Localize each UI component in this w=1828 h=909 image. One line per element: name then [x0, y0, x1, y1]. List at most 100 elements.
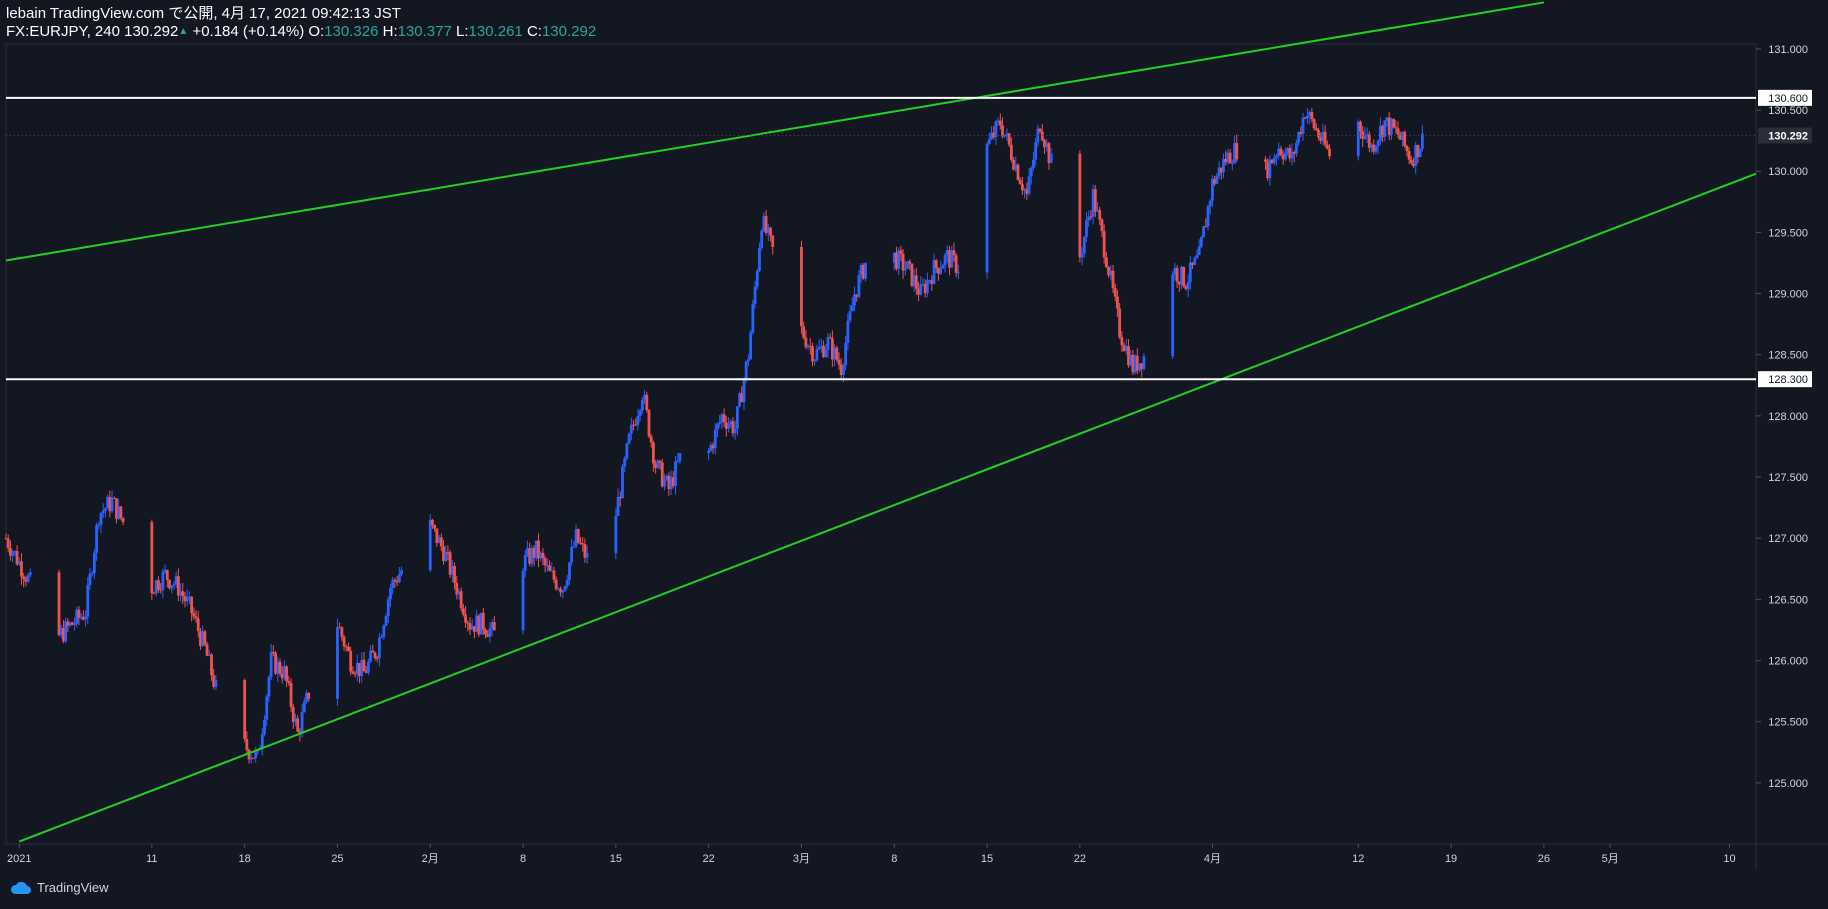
- candle-up: [568, 562, 571, 580]
- candle-down: [548, 565, 551, 571]
- candle-down: [771, 235, 775, 247]
- candle-up: [585, 553, 589, 558]
- candle-up: [1049, 153, 1053, 164]
- candle-down: [484, 629, 487, 635]
- y-tick-label: 128.000: [1768, 411, 1808, 423]
- x-tick-label: 8: [891, 853, 897, 865]
- y-tick-label: 130.500: [1768, 105, 1808, 117]
- candle-down: [1175, 268, 1179, 282]
- candle-down: [1323, 131, 1327, 145]
- last-price-tag-label: 130.292: [1768, 131, 1808, 143]
- candle-up: [1027, 176, 1031, 194]
- candle-down: [194, 616, 198, 619]
- candle-up: [621, 466, 624, 499]
- candle-up: [985, 143, 989, 273]
- candle-down: [769, 227, 772, 236]
- candle-down: [351, 671, 355, 674]
- candle-down: [1328, 148, 1331, 157]
- candle-down: [121, 517, 125, 523]
- candle-up: [813, 360, 817, 362]
- candle-down: [1089, 216, 1093, 218]
- candle-up: [563, 586, 567, 591]
- candle-down: [431, 519, 434, 526]
- plot-frame: [5, 43, 1757, 845]
- price-axis[interactable]: 125.000 125.500 126.000 126.500 127.000 127.5…: [1756, 44, 1812, 790]
- y-tick-label: 128.500: [1768, 350, 1808, 362]
- candle-up: [521, 570, 525, 631]
- candle-down: [649, 436, 653, 443]
- candle-up: [214, 680, 218, 687]
- candle-up: [758, 247, 761, 271]
- candle-down: [835, 347, 839, 360]
- candle-up: [1376, 140, 1380, 147]
- candle-down: [1325, 144, 1329, 149]
- tradingview-logo[interactable]: TradingView: [10, 880, 109, 895]
- candle-down: [1312, 119, 1316, 129]
- candle-up: [623, 458, 627, 467]
- x-tick-label: 15: [981, 853, 993, 865]
- candle-up: [663, 479, 666, 487]
- candle-down: [461, 608, 465, 615]
- candle-up: [386, 599, 390, 617]
- candle-down: [1314, 128, 1318, 130]
- candle-down: [349, 650, 353, 672]
- candle-up: [1034, 142, 1038, 160]
- candle-down: [1093, 189, 1097, 212]
- y-tick-label: 130.000: [1768, 166, 1808, 178]
- candle-down: [1405, 146, 1409, 152]
- candle-up: [380, 636, 384, 638]
- candle-up: [444, 552, 448, 562]
- candle-down: [800, 246, 803, 327]
- x-tick-label: 18: [239, 853, 251, 865]
- candle-up: [640, 399, 644, 411]
- candle-down: [1182, 266, 1186, 287]
- x-tick-label: 26: [1538, 853, 1550, 865]
- candle-down: [393, 579, 397, 582]
- candle-down: [1116, 296, 1119, 309]
- candle-down: [1111, 270, 1115, 289]
- candle-down: [1228, 152, 1232, 164]
- candle-up: [1142, 356, 1146, 369]
- candle-down: [464, 614, 467, 623]
- trendline[interactable]: [18, 172, 1757, 843]
- candle-down: [1078, 153, 1082, 258]
- candle-down: [119, 506, 123, 518]
- candle-up: [1197, 246, 1201, 256]
- candle-up: [572, 546, 576, 548]
- candle-up: [1275, 155, 1278, 158]
- candle-up: [28, 572, 32, 576]
- candle-down: [658, 460, 662, 463]
- candle-up: [1188, 262, 1192, 283]
- candle-down: [1018, 179, 1022, 185]
- candle-down: [203, 631, 207, 645]
- candle-up: [846, 320, 850, 343]
- x-tick-label: 2021: [7, 853, 31, 865]
- candle-up: [1272, 157, 1276, 164]
- candle-down: [342, 636, 346, 647]
- candle-up: [265, 696, 269, 720]
- candle-up: [99, 512, 103, 525]
- candle-down: [1001, 125, 1004, 137]
- candle-up: [1418, 148, 1422, 158]
- candle-down: [1016, 164, 1020, 180]
- candle-down: [828, 337, 832, 339]
- candle-down: [1317, 129, 1320, 138]
- time-axis[interactable]: 2021 11 18 25 2月 8 15 22 3月 8 15 22 4月 12 19 26 5月 10: [7, 844, 1736, 865]
- trendline[interactable]: [5, 1, 1545, 262]
- candle-up: [844, 342, 848, 366]
- candle-up: [1363, 135, 1367, 139]
- x-tick-label: 5月: [1602, 853, 1619, 865]
- candle-up: [848, 311, 852, 321]
- candle-down: [181, 591, 185, 597]
- candle-up: [170, 585, 174, 589]
- candle-down: [278, 661, 282, 674]
- candle-up: [382, 625, 386, 637]
- price-chart[interactable]: 125.000 125.500 126.000 126.500 127.000 127.5…: [0, 0, 1828, 909]
- candle-up: [161, 571, 165, 590]
- candle-up: [1374, 146, 1378, 152]
- candle-up: [751, 303, 755, 333]
- candle-up: [267, 677, 271, 697]
- candle-down: [1118, 308, 1122, 338]
- x-tick-label: 12: [1352, 853, 1364, 865]
- candle-up: [1032, 159, 1035, 168]
